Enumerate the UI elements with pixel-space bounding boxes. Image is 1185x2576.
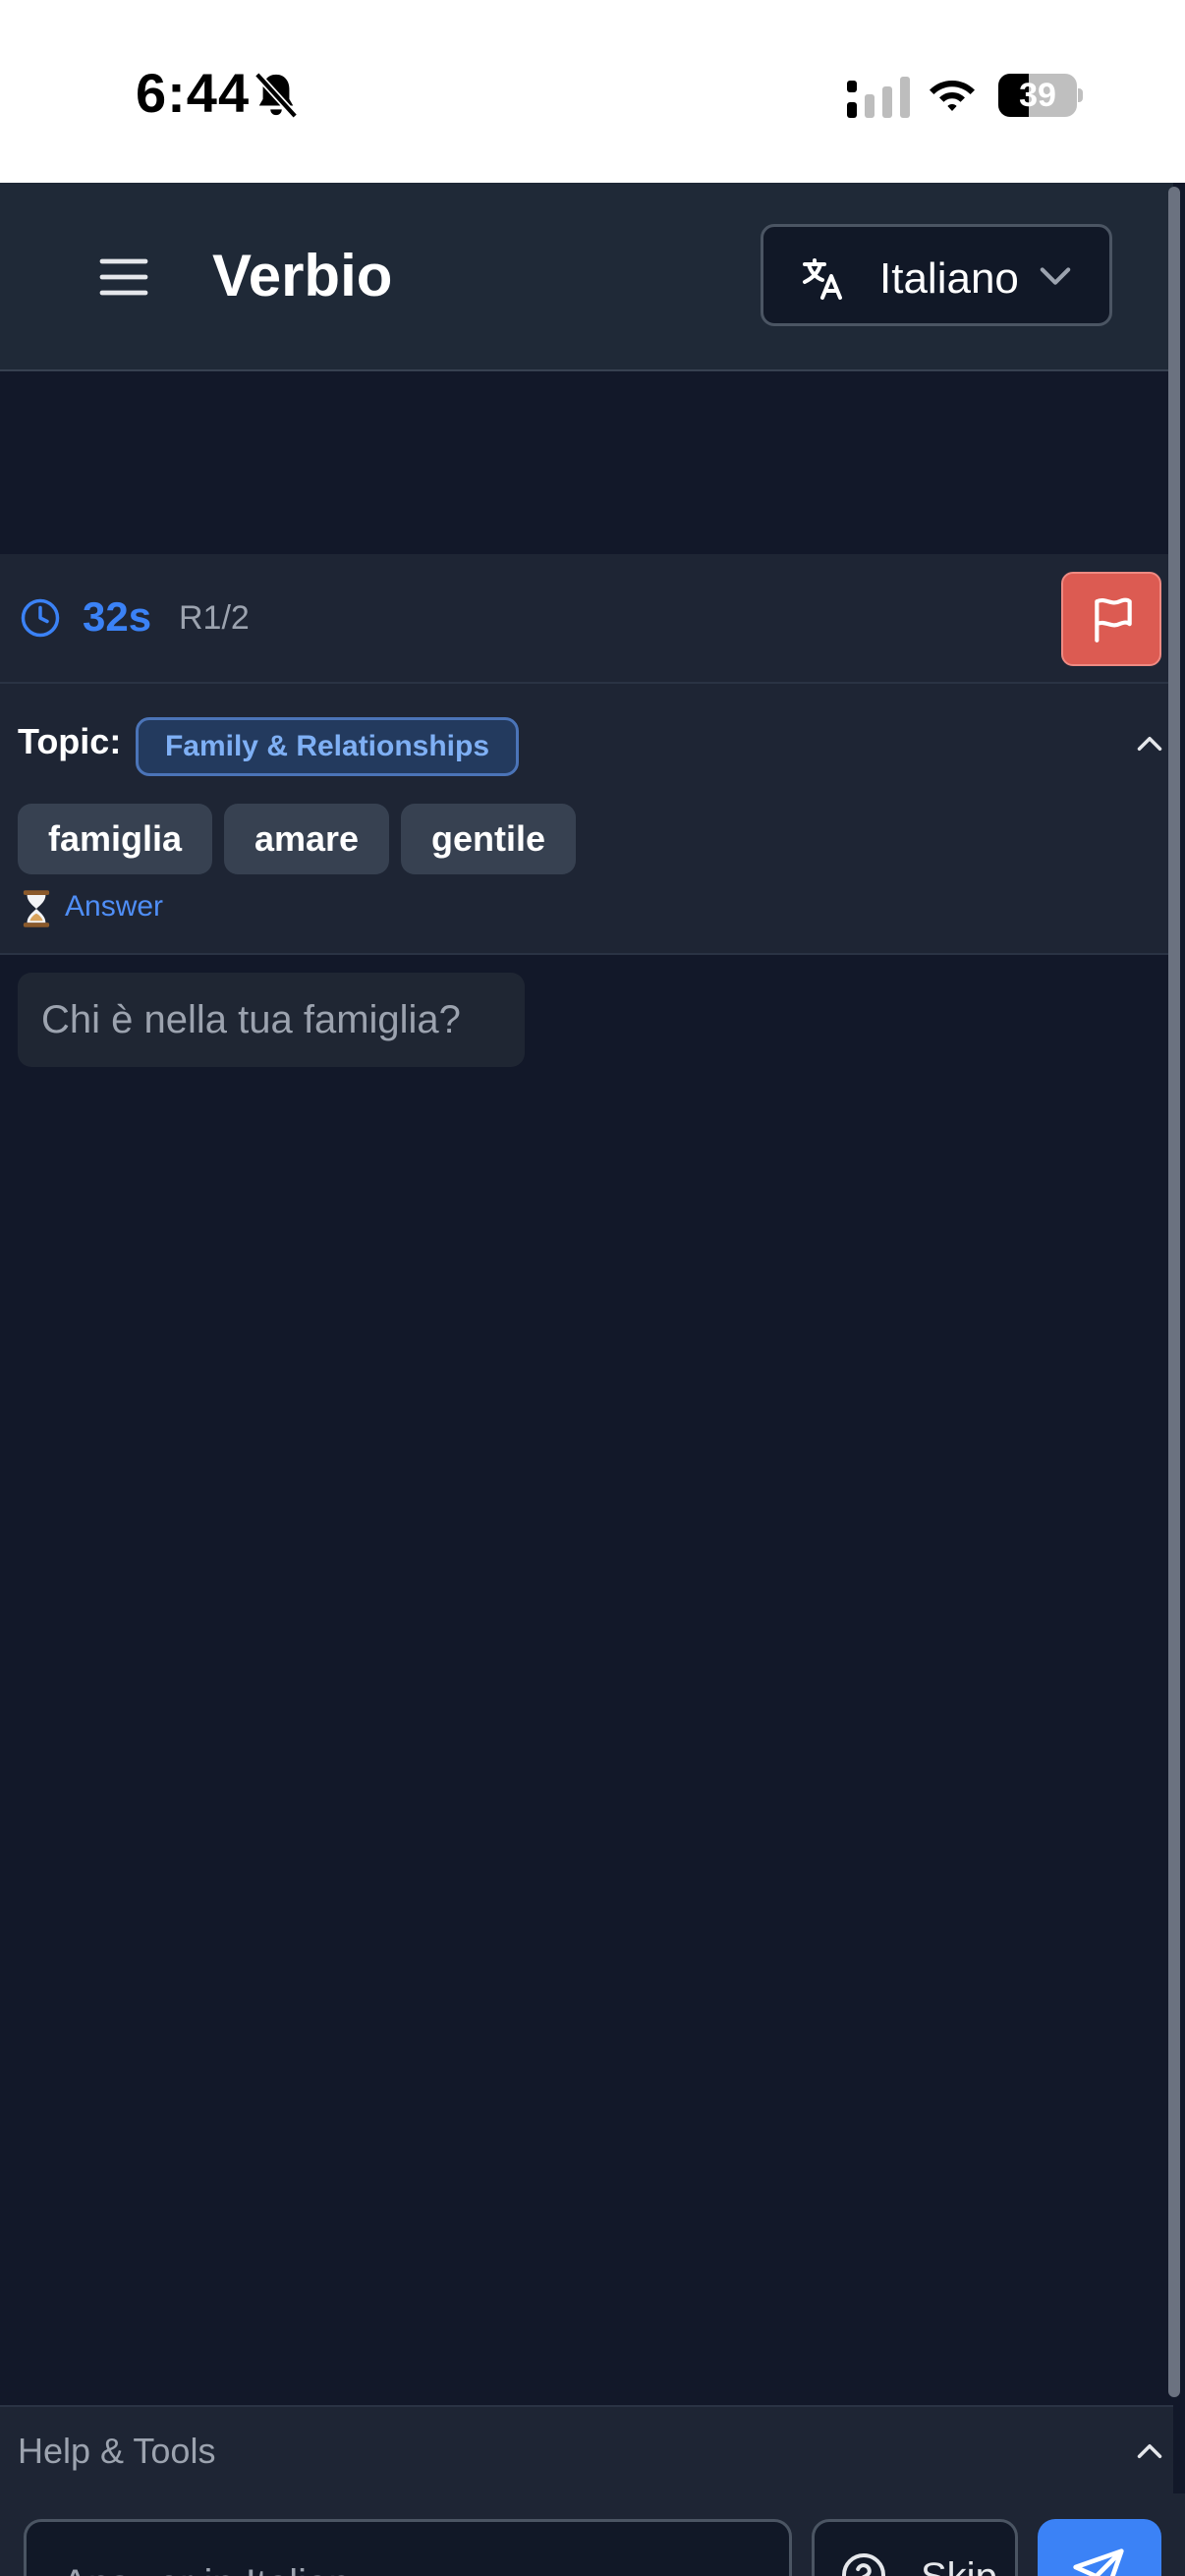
- word-chip-gentile[interactable]: gentile: [401, 804, 576, 874]
- status-time: 6:44: [136, 62, 251, 124]
- battery-level: 39: [1019, 77, 1056, 114]
- timer-seconds: 32s: [83, 593, 152, 640]
- hamburger-menu-icon[interactable]: [98, 257, 149, 297]
- send-icon: [1073, 2548, 1124, 2576]
- topic-panel: Topic: Family & Relationships famiglia a…: [0, 684, 1173, 955]
- app-title: Verbio: [212, 243, 393, 308]
- wifi-icon: [930, 81, 975, 111]
- language-label: Italiano: [879, 254, 1019, 303]
- flag-icon: [1095, 597, 1132, 643]
- hourglass-icon: [23, 890, 50, 927]
- battery-body: 39: [998, 74, 1077, 117]
- answer-link[interactable]: Answer: [65, 890, 163, 924]
- answer-input[interactable]: [24, 2519, 792, 2576]
- send-button[interactable]: [1038, 2519, 1161, 2576]
- timer-bar: 32s R1/2: [0, 554, 1173, 684]
- word-chip-famiglia[interactable]: famiglia: [18, 804, 212, 874]
- help-circle-icon: [842, 2553, 885, 2576]
- skip-button[interactable]: Skip: [812, 2519, 1018, 2576]
- topic-badge: Family & Relationships: [136, 717, 519, 776]
- chevron-up-icon[interactable]: [1136, 733, 1163, 755]
- cellular-signal-icon: [847, 77, 910, 118]
- chevron-up-icon: [1137, 2444, 1162, 2458]
- answer-input-row: Skip: [0, 2493, 1185, 2576]
- scrollbar-thumb[interactable]: [1168, 187, 1180, 2397]
- help-tools-bar[interactable]: Help & Tools: [0, 2405, 1173, 2495]
- chevron-down-icon: [1040, 267, 1071, 285]
- flag-button[interactable]: [1061, 572, 1161, 666]
- skip-label: Skip: [921, 2555, 997, 2576]
- round-indicator: R1/2: [179, 599, 250, 637]
- app-header: Verbio Italiano: [0, 183, 1173, 371]
- battery-icon: 39: [998, 74, 1083, 117]
- question-bubble: Chi è nella tua famiglia?: [18, 973, 525, 1067]
- bell-slash-icon: [254, 72, 299, 119]
- status-bar: 6:44 39: [0, 0, 1185, 183]
- clock-icon: [21, 598, 60, 638]
- help-tools-label: Help & Tools: [18, 2431, 216, 2471]
- translate-icon: [803, 258, 842, 300]
- word-chip-amare[interactable]: amare: [224, 804, 389, 874]
- battery-cap: [1078, 88, 1083, 102]
- topic-label: Topic:: [18, 721, 122, 761]
- language-select[interactable]: Italiano: [761, 224, 1112, 326]
